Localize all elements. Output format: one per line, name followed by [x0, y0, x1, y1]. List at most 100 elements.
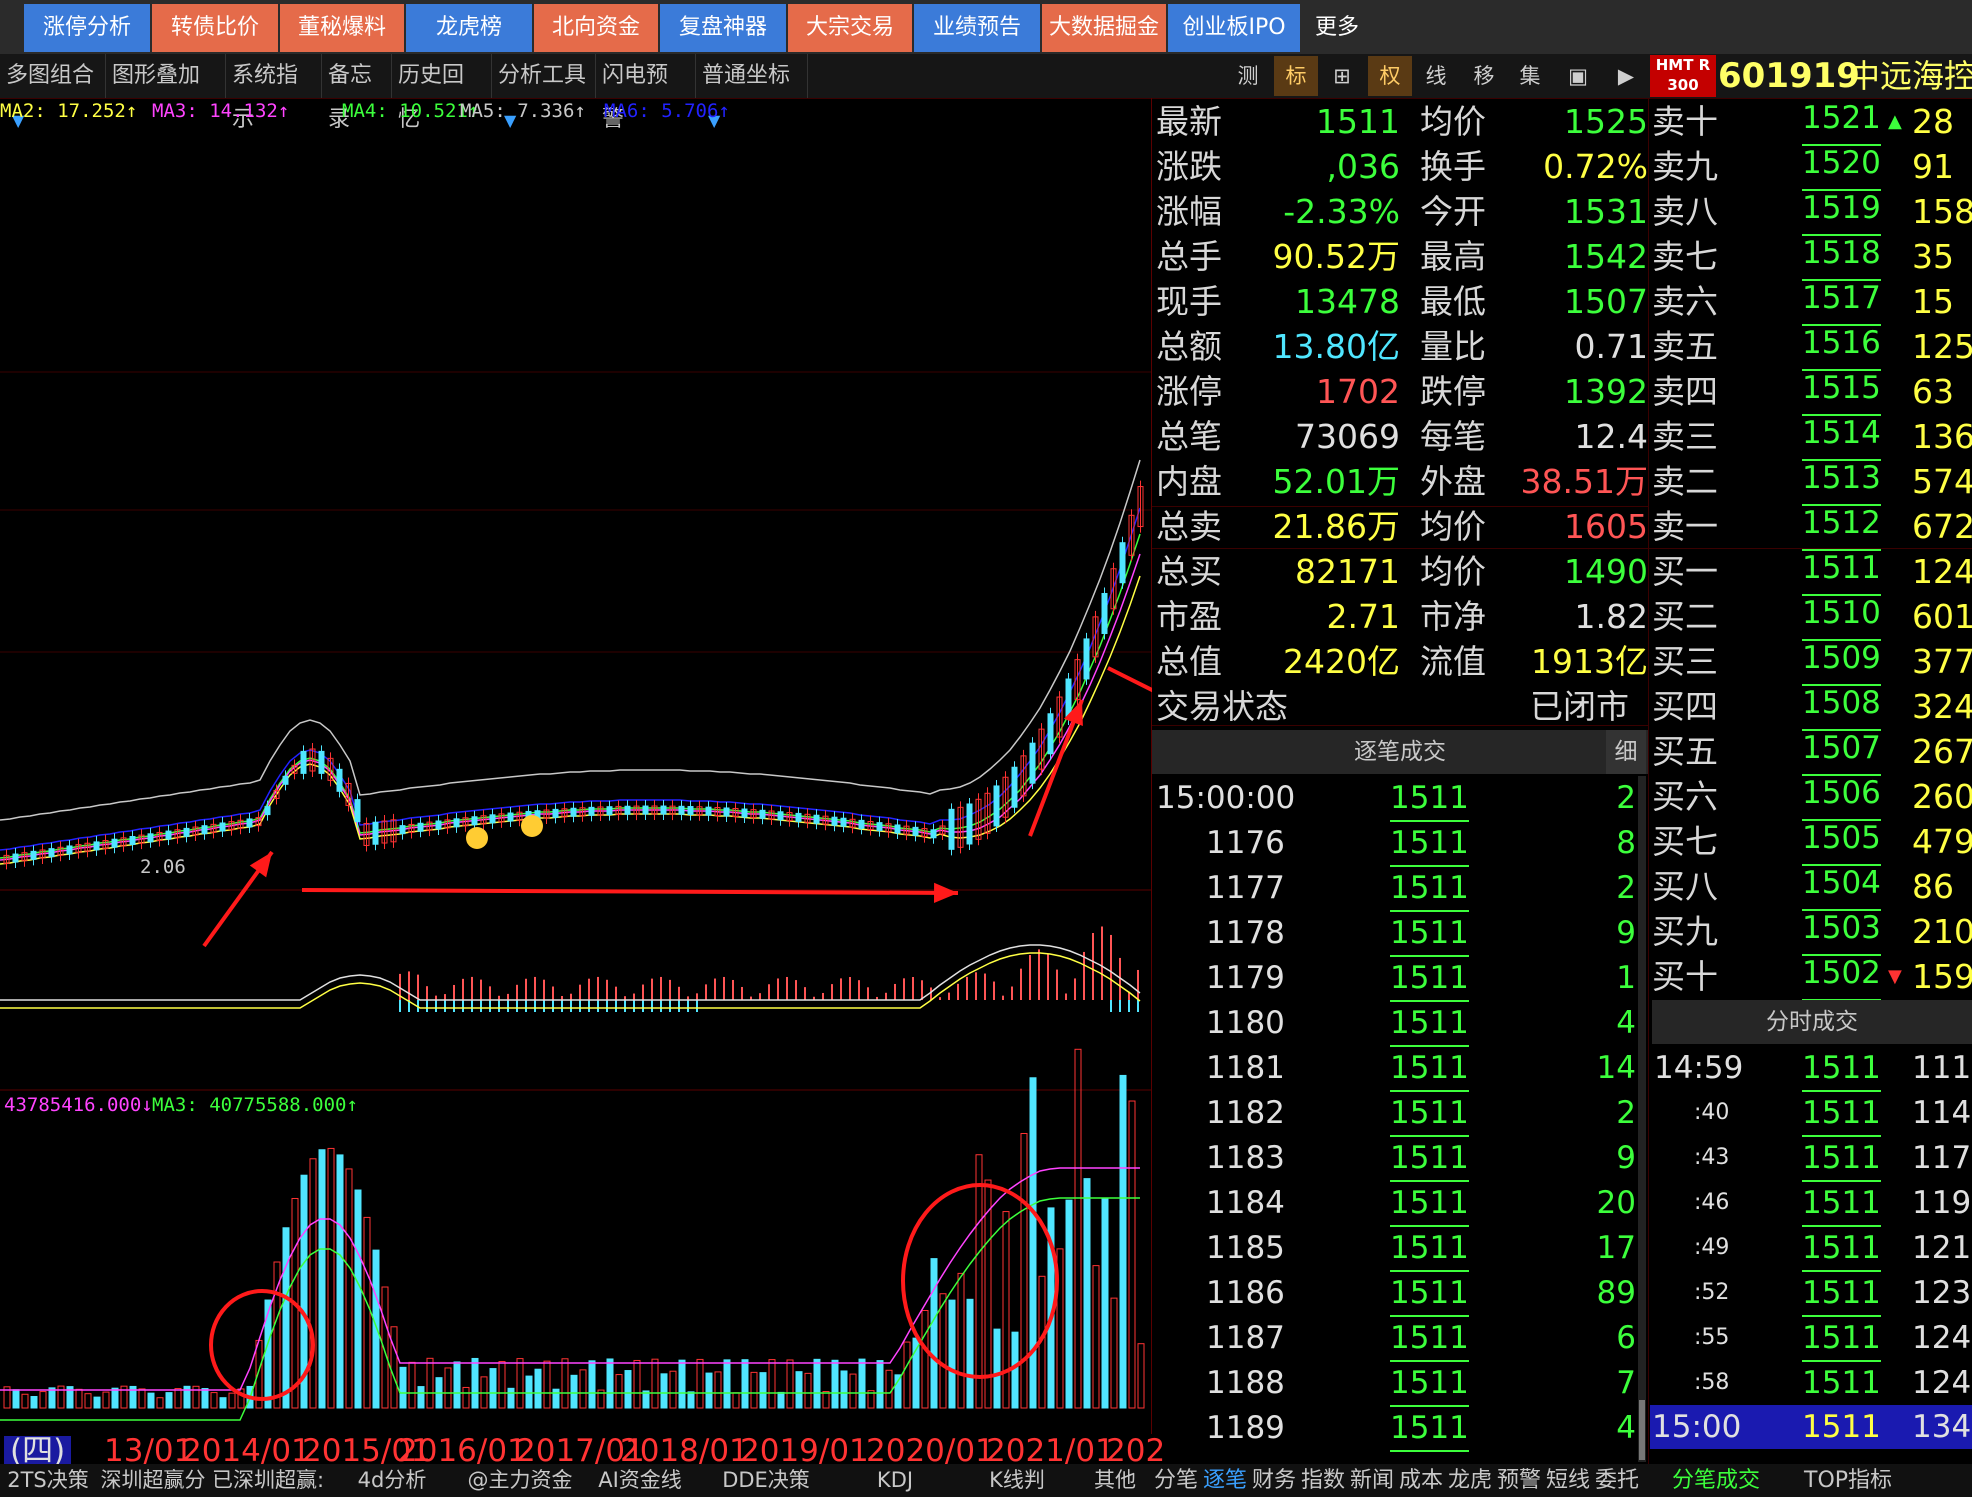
tick-detail-button[interactable]: 细 — [1606, 730, 1646, 774]
tab-9[interactable]: 大数据掘金 — [1042, 4, 1166, 52]
toolbar-item-1[interactable]: 多图组合▼ — [0, 54, 106, 130]
panel-tab-3[interactable]: 财务 — [1252, 1464, 1296, 1497]
minute-time: :55 — [1694, 1325, 1730, 1350]
toolbar-icon-4[interactable]: 权 — [1368, 56, 1412, 96]
tab-7[interactable]: 大宗交易 — [788, 4, 912, 52]
tab-8[interactable]: 业绩预告 — [914, 4, 1040, 52]
panel-tab-6[interactable]: 成本 — [1399, 1464, 1443, 1497]
quote-value: 13.80亿 — [1272, 327, 1400, 366]
candle-body-117 — [1047, 713, 1054, 755]
tab-1[interactable]: 涨停分析 — [24, 4, 150, 52]
volume-bar-32 — [282, 1227, 290, 1409]
panel-tab-7[interactable]: 龙虎 — [1448, 1464, 1492, 1497]
macd-dif-line — [0, 944, 1141, 1001]
quote-label: 市盈 — [1156, 597, 1222, 636]
bottom-tab-8[interactable]: KDJ — [834, 1464, 956, 1497]
bottom-tab-1[interactable]: 2TS决策 — [0, 1464, 96, 1497]
candle-body-38 — [336, 768, 343, 792]
toolbar-icon-9[interactable]: ▶ — [1604, 56, 1648, 96]
volume-bar-69 — [615, 1374, 623, 1409]
bottom-tab-6[interactable]: AI资金线 — [582, 1464, 698, 1497]
toolbar-item-2[interactable]: 图形叠加 — [106, 54, 226, 98]
ma-label-3: MA4: 10.521↑ — [342, 100, 480, 122]
toolbar-icon-7[interactable]: 集 — [1508, 56, 1552, 96]
tab-10[interactable]: 创业板IPO — [1168, 4, 1300, 52]
bottom-tab-2[interactable]: 深圳超赢分 — [96, 1464, 210, 1497]
panel-tab-9[interactable]: 短线 — [1546, 1464, 1590, 1497]
minute-volume: 117 — [1912, 1140, 1972, 1176]
tick-time: 1179 — [1206, 960, 1285, 996]
panel-tab-4[interactable]: 指数 — [1301, 1464, 1345, 1497]
toolbar-item-3[interactable]: 系统指示 — [226, 54, 322, 132]
toolbar-icon-8[interactable]: ▣ — [1556, 56, 1600, 96]
orderbook-volume: 601 — [1912, 597, 1972, 636]
candle-body-57 — [507, 812, 514, 822]
quote-value: 1605 — [1564, 507, 1648, 546]
panel-tab-2[interactable]: 逐笔 — [1203, 1464, 1247, 1497]
panel-tab-10[interactable]: 委托 — [1595, 1464, 1639, 1497]
stock-code[interactable]: 601919 — [1718, 54, 1860, 98]
volume-bar-78 — [696, 1358, 704, 1409]
candle-body-81 — [723, 807, 730, 817]
tab-6[interactable]: 复盘神器 — [660, 4, 786, 52]
tick-volume: 9 — [1616, 1140, 1636, 1176]
bottom-tab-9[interactable]: K线判 — [956, 1464, 1078, 1497]
minute-price: 1511 — [1802, 1361, 1881, 1407]
orderbook-price: 1510 — [1802, 595, 1881, 641]
quote-label: 最新 — [1156, 102, 1222, 141]
panel-tab-5[interactable]: 新闻 — [1350, 1464, 1394, 1497]
toolbar-icon-6[interactable]: 移 — [1462, 56, 1506, 96]
tab-5[interactable]: 北向资金 — [534, 4, 658, 52]
orderbook-label: 买五 — [1652, 732, 1718, 771]
panel-tab-top-indicator[interactable]: TOP指标 — [1804, 1464, 1892, 1497]
toolbar-item-4[interactable]: 备忘录 — [322, 54, 392, 132]
candle-body-104 — [930, 829, 937, 839]
toolbar-item-8[interactable]: 普通坐标▼ — [696, 54, 808, 130]
panel-tab-split-trades[interactable]: 分笔成交 — [1672, 1464, 1760, 1497]
toolbar-item-5[interactable]: 历史回忆 — [392, 54, 492, 132]
orderbook-label: 卖三 — [1652, 417, 1718, 456]
bottom-tab-5[interactable]: @主力资金 — [458, 1464, 582, 1497]
orderbook-volume: 324 — [1912, 687, 1972, 726]
toolbar-icon-2[interactable]: 标 — [1274, 56, 1318, 96]
orderbook-volume: 28 — [1912, 102, 1954, 141]
orderbook-volume: 125 — [1912, 327, 1972, 366]
tab-2[interactable]: 转债比价 — [152, 4, 278, 52]
toolbar-icon-1[interactable]: 测 — [1226, 56, 1270, 96]
tick-price: 1511 — [1390, 911, 1469, 957]
orderbook-volume: 63 — [1912, 372, 1954, 411]
toolbar-item-7[interactable]: 闪电预警 — [596, 54, 696, 132]
toolbar-item-6[interactable]: 分析工具▼ — [492, 54, 596, 130]
kline-chart[interactable] — [0, 98, 1152, 1434]
orderbook-price: 1506 — [1802, 775, 1881, 821]
quote-value: 73069 — [1295, 417, 1400, 456]
panel-tab-1[interactable]: 分笔 — [1154, 1464, 1198, 1497]
bottom-tab-3[interactable]: 已深圳超赢: — [210, 1464, 326, 1497]
scrollbar-thumb[interactable] — [1639, 1400, 1645, 1460]
tab-11[interactable]: 更多 — [1302, 4, 1372, 52]
quote-label: 流值 — [1420, 642, 1486, 681]
bottom-tab-7[interactable]: DDE决策 — [698, 1464, 834, 1497]
quote-label: 跌停 — [1420, 372, 1486, 411]
quote-value: 2.71 — [1326, 597, 1400, 636]
minute-selected-row[interactable]: 15:00 1511 134 — [1650, 1405, 1972, 1449]
panel-divider — [1152, 506, 1648, 507]
minute-volume: 119 — [1912, 1185, 1972, 1221]
panel-tab-8[interactable]: 预警 — [1497, 1464, 1541, 1497]
tick-volume: 9 — [1616, 915, 1636, 951]
scrollbar[interactable] — [1638, 776, 1646, 1462]
toolbar-icon-5[interactable]: 线 — [1414, 56, 1458, 96]
toolbar-icon-3[interactable]: ⊞ — [1320, 56, 1364, 96]
tick-price: 1511 — [1390, 1136, 1469, 1182]
toolbar-item-label: 普通坐标 — [702, 63, 791, 88]
bottom-tab-10[interactable]: 其他 — [1078, 1464, 1152, 1497]
candle-body-4 — [30, 850, 37, 860]
minute-time: :46 — [1694, 1190, 1730, 1215]
tab-4[interactable]: 龙虎榜 — [406, 4, 532, 52]
candle-body-45 — [399, 825, 406, 835]
candle-body-70 — [624, 805, 631, 815]
orderbook-price: 1515 — [1802, 370, 1881, 416]
tab-3[interactable]: 董秘爆料 — [280, 4, 404, 52]
bottom-tab-4[interactable]: 4d分析 — [326, 1464, 458, 1497]
volume-bar-20 — [174, 1388, 182, 1409]
